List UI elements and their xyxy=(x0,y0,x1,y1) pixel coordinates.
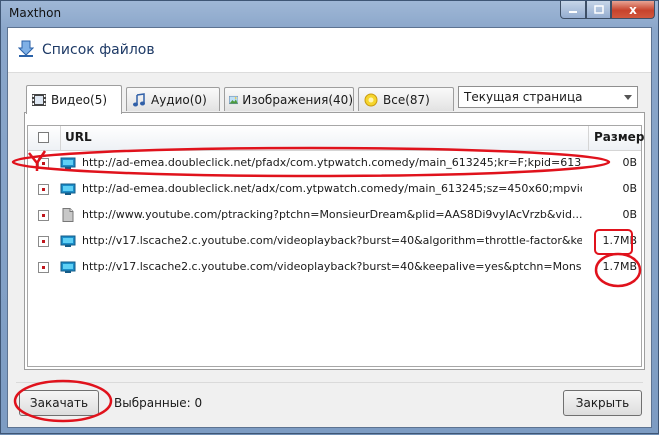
minimize-button[interactable] xyxy=(560,1,586,19)
video-file-icon xyxy=(60,235,76,247)
dialog-title: Список файлов xyxy=(42,42,155,58)
column-header-url[interactable]: URL xyxy=(65,130,92,144)
row-size: 1.7MB xyxy=(602,260,637,273)
table-header: URL Размер xyxy=(28,126,644,151)
video-file-icon xyxy=(60,157,76,169)
row-size: 0B xyxy=(622,156,637,169)
close-button[interactable]: Закрыть xyxy=(563,390,642,416)
tab-panel: URL Размер http://ad-emea.doubleclick.ne… xyxy=(24,112,645,370)
table-row[interactable]: http://v17.lscache2.c.youtube.com/videop… xyxy=(28,228,641,254)
title-bar[interactable]: Maxthon x xyxy=(1,1,658,27)
row-url: http://v17.lscache2.c.youtube.com/videop… xyxy=(82,260,582,273)
select-all-checkbox[interactable] xyxy=(38,132,49,143)
file-table: URL Размер http://ad-emea.doubleclick.ne… xyxy=(27,125,644,367)
table-row[interactable]: http://www.youtube.com/ptracking?ptchn=M… xyxy=(28,202,641,228)
row-checkbox[interactable] xyxy=(38,158,49,169)
tab-images-label: Изображения(40) xyxy=(242,92,353,107)
table-row[interactable]: http://ad-emea.doubleclick.net/pfadx/com… xyxy=(28,150,641,176)
page-scope-value: Текущая страница xyxy=(464,90,583,104)
star-icon xyxy=(364,93,378,106)
column-header-size[interactable]: Размер xyxy=(588,126,644,150)
row-size: 1.7MB xyxy=(602,234,637,247)
page-scope-dropdown[interactable]: Текущая страница xyxy=(458,86,638,108)
row-size: 0B xyxy=(622,208,637,221)
video-file-icon xyxy=(60,183,76,195)
chevron-down-icon xyxy=(624,95,632,100)
row-size: 0B xyxy=(622,182,637,195)
app-window: Maxthon x Список файлов Видео(5) Аудио(0… xyxy=(0,0,659,434)
row-checkbox[interactable] xyxy=(38,184,49,195)
download-button[interactable]: Закачать xyxy=(19,390,99,416)
row-url: http://ad-emea.doubleclick.net/pfadx/com… xyxy=(82,156,582,169)
table-row[interactable]: http://v17.lscache2.c.youtube.com/videop… xyxy=(28,254,641,280)
row-url: http://v17.lscache2.c.youtube.com/videop… xyxy=(82,234,582,247)
tab-video-label: Видео(5) xyxy=(51,93,108,107)
film-icon xyxy=(32,94,46,106)
dialog-header: Список файлов xyxy=(8,28,651,73)
tab-video[interactable]: Видео(5) xyxy=(26,85,122,114)
tab-images[interactable]: Изображения(40) xyxy=(224,87,354,111)
download-arrow-icon xyxy=(18,40,34,57)
row-checkbox[interactable] xyxy=(38,210,49,221)
tab-audio-label: Аудио(0) xyxy=(151,92,207,107)
generic-file-icon xyxy=(62,208,74,222)
row-checkbox[interactable] xyxy=(38,236,49,247)
selected-count-label: Выбранные: 0 xyxy=(114,396,203,410)
video-file-icon xyxy=(60,261,76,273)
row-url: http://www.youtube.com/ptracking?ptchn=M… xyxy=(82,208,582,221)
close-window-button[interactable]: x xyxy=(611,1,655,19)
maximize-icon xyxy=(593,4,604,14)
picture-icon xyxy=(229,95,239,104)
tab-audio[interactable]: Аудио(0) xyxy=(126,87,220,111)
dialog-client-area: Список файлов Видео(5) Аудио(0) Изображе… xyxy=(7,27,652,428)
row-checkbox[interactable] xyxy=(38,262,49,273)
table-row[interactable]: http://ad-emea.doubleclick.net/adx/com.y… xyxy=(28,176,641,202)
app-title: Maxthon xyxy=(9,6,62,20)
close-icon: x xyxy=(629,2,637,17)
maximize-button[interactable] xyxy=(586,1,611,19)
tab-all-label: Все(87) xyxy=(383,92,430,107)
footer-divider xyxy=(16,382,643,383)
minimize-icon xyxy=(569,10,577,13)
music-note-icon xyxy=(133,92,145,106)
tab-all[interactable]: Все(87) xyxy=(358,87,454,111)
select-all-cell xyxy=(28,126,61,150)
row-url: http://ad-emea.doubleclick.net/adx/com.y… xyxy=(82,182,582,195)
